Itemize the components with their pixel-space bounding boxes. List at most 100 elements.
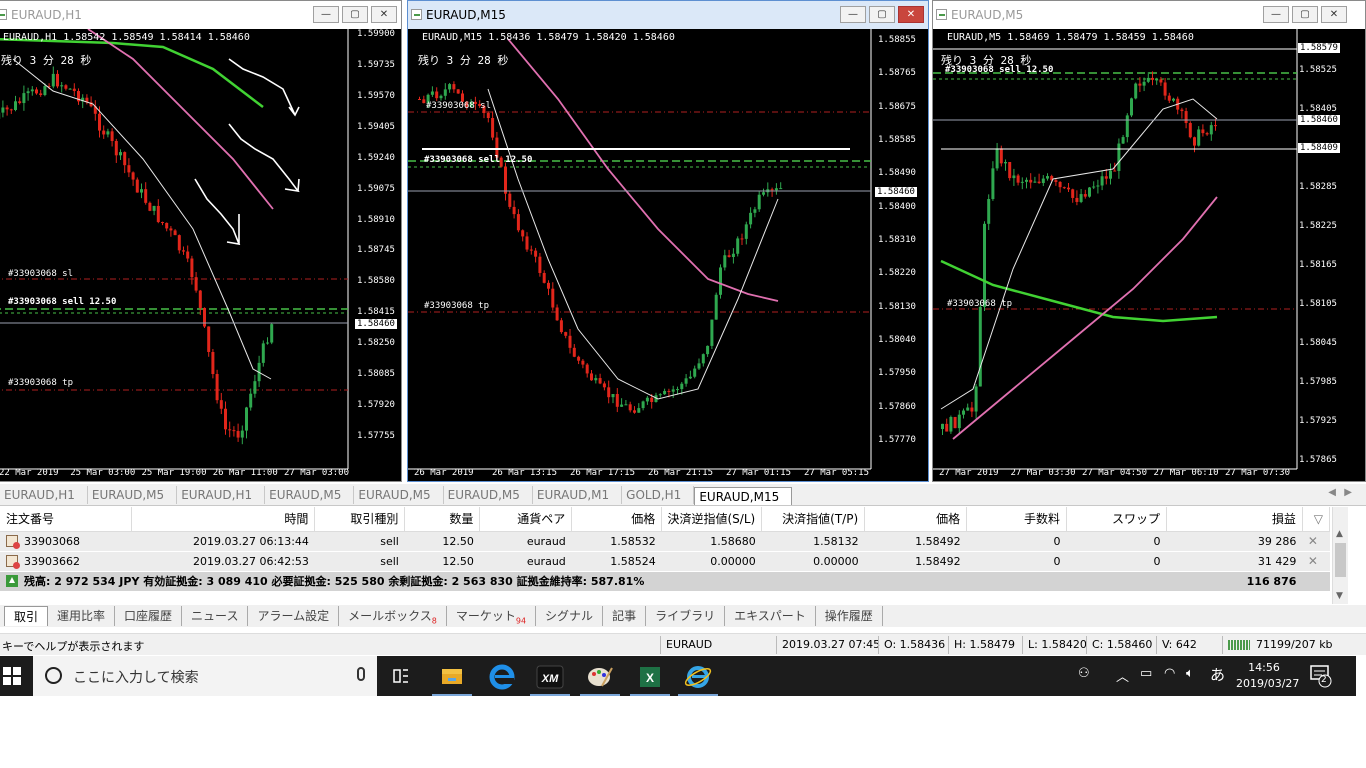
chart-window-euraud-m15[interactable]: EURAUD,M15 — ▢ ✕ EURAUD,M15 1.58436 1.58… xyxy=(407,0,929,482)
chart-tab[interactable]: GOLD,H1 xyxy=(622,485,695,504)
chart-tab[interactable]: EURAUD,M5 xyxy=(354,485,444,504)
column-header[interactable]: 手数料 xyxy=(966,507,1068,532)
terminal-tab[interactable]: 記事 xyxy=(603,606,647,626)
scroll-up-icon[interactable]: ▲ xyxy=(1336,529,1343,539)
terminal-scrollbar[interactable]: ▲ ▼ xyxy=(1332,507,1348,604)
column-header[interactable]: 損益 xyxy=(1166,507,1303,532)
candle-body xyxy=(1,107,5,113)
table-cell: 0 xyxy=(966,531,1067,552)
chart-tab[interactable]: EURAUD,M5 xyxy=(444,485,533,504)
notification-center-icon[interactable]: 2 xyxy=(1310,665,1332,688)
candle-body xyxy=(970,407,974,412)
candle-body xyxy=(1121,137,1125,144)
close-button[interactable]: ✕ xyxy=(371,6,397,23)
terminal-tab[interactable]: アラーム設定 xyxy=(248,606,340,626)
candle-body xyxy=(207,326,211,352)
column-header[interactable]: スワップ xyxy=(1066,507,1167,532)
terminal-tab[interactable]: 口座履歴 xyxy=(115,606,183,626)
price-axis-tick: 1.58585 xyxy=(878,135,916,145)
price-chart[interactable] xyxy=(408,29,929,482)
ime-indicator[interactable]: あ xyxy=(1210,664,1225,685)
terminal-tab[interactable]: マーケット94 xyxy=(447,606,537,626)
window-title-bar[interactable]: EURAUD,M15 — ▢ ✕ xyxy=(408,1,928,29)
window-title-bar[interactable]: EURAUD,M5 — ▢ ✕ xyxy=(933,1,1365,29)
terminal-tab[interactable]: ニュース xyxy=(182,606,249,626)
column-header[interactable]: 時間 xyxy=(131,507,316,532)
maximize-button[interactable]: ▢ xyxy=(869,6,895,23)
excel-icon[interactable]: X xyxy=(630,660,670,696)
people-icon[interactable]: ⚇ xyxy=(1078,666,1090,681)
file-explorer-icon[interactable] xyxy=(432,660,472,696)
column-header[interactable]: 数量 xyxy=(404,507,481,532)
order-number: 33903068 xyxy=(24,534,80,548)
terminal-tab[interactable]: 運用比率 xyxy=(48,606,116,626)
tab-scroll-right-icon[interactable]: ▶ xyxy=(1344,487,1352,498)
xm-trader-icon[interactable]: XM xyxy=(530,660,570,696)
chart-window-euraud-m5[interactable]: EURAUD,M5 — ▢ ✕ EURAUD,M5 1.58469 1.5847… xyxy=(932,0,1366,482)
internet-explorer-icon[interactable] xyxy=(678,660,718,696)
chart-window-euraud-h1[interactable]: EURAUD,H1 — ▢ ✕ EURAUD,H1 1.58542 1.5854… xyxy=(0,0,402,482)
close-order-icon[interactable]: ✕ xyxy=(1308,554,1318,568)
close-button[interactable]: ✕ xyxy=(1321,6,1347,23)
candle-body xyxy=(663,390,667,395)
terminal-tab[interactable]: ライブラリ xyxy=(646,606,726,626)
terminal-tab[interactable]: 取引 xyxy=(4,606,49,626)
terminal-tab[interactable]: シグナル xyxy=(536,606,604,626)
close-button[interactable]: ✕ xyxy=(898,6,924,23)
price-chart[interactable] xyxy=(0,29,402,482)
table-row[interactable]: 33903068 2019.03.27 06:13:44 sell 12.50 eura… xyxy=(0,531,1330,552)
windows-start-icon[interactable] xyxy=(0,656,30,696)
maximize-button[interactable]: ▢ xyxy=(1292,6,1318,23)
column-header[interactable]: 価格 xyxy=(571,507,663,532)
wifi-icon[interactable]: ◠ xyxy=(1164,666,1175,681)
paint-icon[interactable] xyxy=(580,660,620,696)
chart-tab[interactable]: EURAUD,M5 xyxy=(88,485,178,504)
order-label: #33903068 sell 12.50 xyxy=(424,155,533,165)
scroll-thumb[interactable] xyxy=(1335,543,1346,577)
price-axis-tick: 1.57860 xyxy=(878,401,916,412)
column-header[interactable]: 価格 xyxy=(864,507,968,532)
time-axis-tick: 25 Mar 03:00 xyxy=(70,468,136,478)
terminal-tab[interactable]: メールボックス8 xyxy=(339,606,447,626)
table-cell: 0.00000 xyxy=(761,551,865,572)
sort-icon[interactable]: ▽ xyxy=(1302,507,1331,532)
chart-tab[interactable]: EURAUD,H1 xyxy=(0,485,88,504)
maximize-button[interactable]: ▢ xyxy=(342,6,368,23)
column-header[interactable]: 取引種別 xyxy=(314,507,406,532)
scroll-down-icon[interactable]: ▼ xyxy=(1336,591,1343,601)
candle-body xyxy=(991,168,995,200)
taskbar-clock[interactable]: 14:56 2019/03/27 xyxy=(1236,660,1299,692)
chart-tab[interactable]: EURAUD,M15 xyxy=(694,487,793,505)
chart-tab[interactable]: EURAUD,H1 xyxy=(177,485,266,504)
terminal-tab[interactable]: エキスパート xyxy=(725,606,816,626)
window-title-bar[interactable]: EURAUD,H1 — ▢ ✕ xyxy=(0,1,401,29)
price-chart[interactable] xyxy=(933,29,1366,482)
chevron-up-icon[interactable]: ︿ xyxy=(1116,666,1129,685)
terminal-tab[interactable]: 操作履歴 xyxy=(816,606,883,626)
minimize-button[interactable]: — xyxy=(313,6,339,23)
edge-browser-icon[interactable] xyxy=(482,660,522,696)
column-header[interactable]: 注文番号 xyxy=(0,507,133,532)
hand-drawn-arrow xyxy=(228,123,300,193)
column-header[interactable]: 通貨ペア xyxy=(479,507,573,532)
microphone-icon[interactable] xyxy=(357,667,365,681)
task-view-icon[interactable] xyxy=(380,660,420,696)
close-order-icon[interactable]: ✕ xyxy=(1308,534,1318,548)
candle-body xyxy=(585,364,589,374)
chart-tab[interactable]: EURAUD,M5 xyxy=(265,485,355,504)
status-symbol: EURAUD xyxy=(666,638,713,651)
tab-scroll-left-icon[interactable]: ◀ xyxy=(1328,487,1336,498)
candle-body xyxy=(161,222,164,224)
chart-window-icon xyxy=(411,9,422,20)
minimize-button[interactable]: — xyxy=(840,6,866,23)
column-header[interactable]: 決済指値(T/P) xyxy=(761,507,866,532)
taskbar-search-box[interactable]: ここに入力して検索 xyxy=(33,656,377,696)
chart-tab[interactable]: EURAUD,M1 xyxy=(533,485,623,504)
minimize-button[interactable]: — xyxy=(1263,6,1289,23)
battery-icon[interactable]: ▭ xyxy=(1140,666,1152,681)
table-row[interactable]: 33903662 2019.03.27 06:42:53 sell 12.50 eura… xyxy=(0,551,1330,572)
speaker-icon[interactable]: 🔈︎ xyxy=(1186,666,1194,681)
candle-body xyxy=(173,230,177,236)
window-title: EURAUD,M5 xyxy=(951,8,1024,22)
column-header[interactable]: 決済逆指値(S/L) xyxy=(661,507,763,532)
